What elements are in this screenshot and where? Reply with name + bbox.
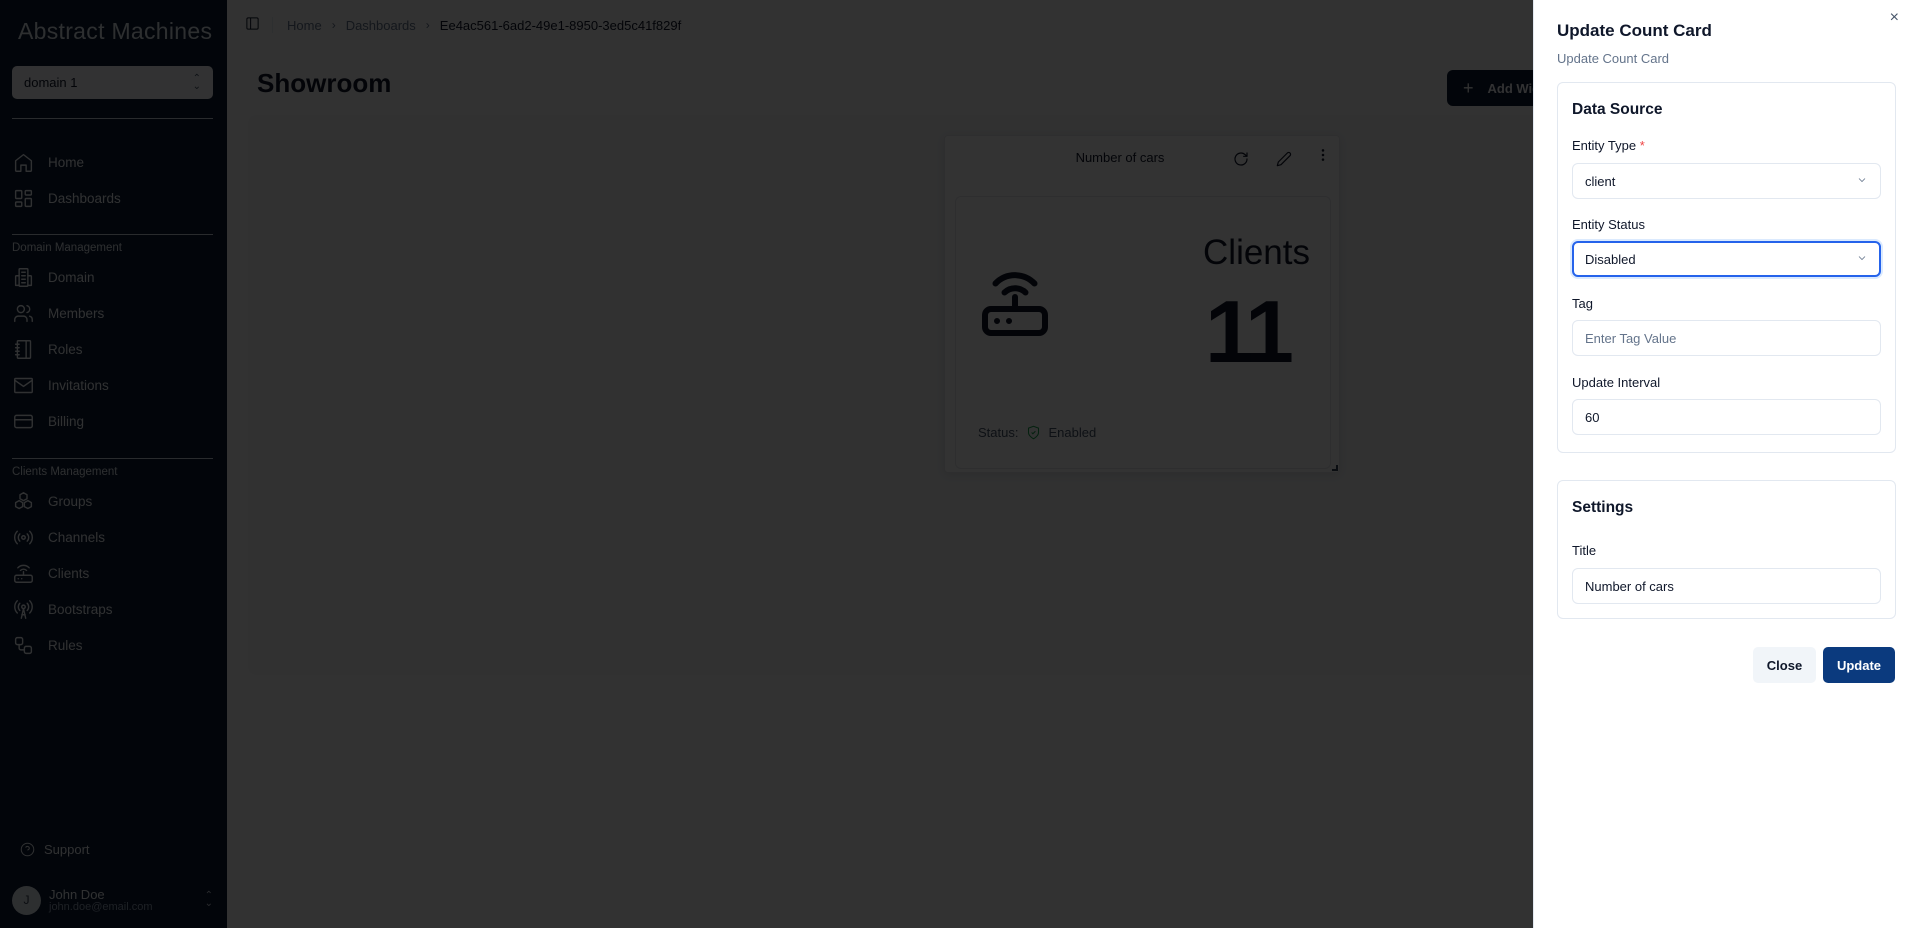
title-label: Title [1572,543,1597,558]
entity-status-label: Entity Status [1572,217,1645,232]
drawer-title: Update Count Card [1557,21,1712,40]
settings-section: Settings Title Number of cars [1557,480,1896,619]
data-source-section: Data Source Entity Type * client Entity … [1557,82,1896,453]
title-input-value: Number of cars [1585,578,1674,594]
settings-heading: Settings [1572,499,1634,516]
required-marker: * [1639,138,1645,153]
update-interval-input[interactable]: 60 [1572,399,1881,435]
close-button[interactable]: Close [1753,647,1816,683]
update-count-card-drawer: × Update Count Card Update Count Card Da… [1533,0,1911,928]
update-button[interactable]: Update [1823,647,1895,683]
entity-type-label-text: Entity Type [1572,138,1637,153]
chevron-down-icon [1856,252,1868,267]
update-interval-value: 60 [1585,409,1600,425]
chevron-down-icon [1856,174,1868,189]
tag-input[interactable] [1572,320,1881,356]
close-icon[interactable]: × [1890,9,1899,27]
update-interval-label: Update Interval [1572,375,1661,390]
title-input[interactable]: Number of cars [1572,568,1881,604]
data-source-heading: Data Source [1572,101,1663,118]
tag-label: Tag [1572,296,1593,311]
entity-status-select[interactable]: Disabled [1572,241,1881,277]
entity-type-label: Entity Type * [1572,138,1645,153]
drawer-subtitle: Update Count Card [1557,51,1670,66]
entity-type-value: client [1585,173,1616,189]
modal-overlay[interactable] [0,0,1533,928]
entity-type-select[interactable]: client [1572,163,1881,199]
entity-status-value: Disabled [1585,251,1636,267]
